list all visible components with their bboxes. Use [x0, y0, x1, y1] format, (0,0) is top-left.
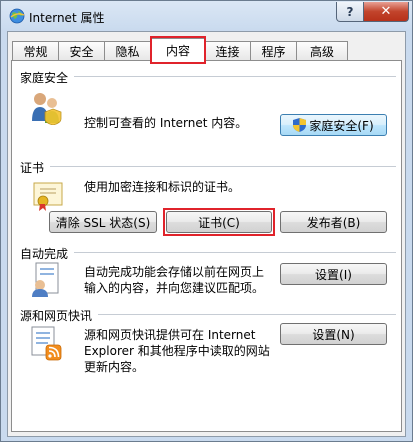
autocomplete-form-icon [32, 262, 59, 297]
help-button[interactable]: ? [336, 2, 364, 22]
tab-programs[interactable]: 程序 [250, 41, 297, 61]
certificate-icon [33, 182, 63, 211]
clear-ssl-state-button[interactable]: 清除 SSL 状态(S) [49, 211, 157, 233]
family-safety-button-label: 家庭安全(F) [309, 118, 374, 133]
family-users-icon [32, 93, 62, 125]
autocomplete-description-line1: 自动完成功能会存储以前在网页上 [84, 265, 265, 279]
window-title: Internet 属性 [29, 11, 105, 25]
feeds-settings-button[interactable]: 设置(N) [280, 323, 387, 345]
content-tab-panel: 家庭安全 控制可查看的 Internet 内容。 家庭安全(F) 证书 使用加密… [11, 60, 402, 432]
certificates-description: 使用加密连接和标识的证书。 [84, 180, 241, 194]
certificates-divider [50, 166, 396, 167]
autocomplete-heading: 自动完成 [20, 247, 69, 261]
feeds-heading: 源和网页快讯 [20, 309, 93, 323]
autocomplete-description-line2: 输入的内容，并向您建议匹配项。 [84, 281, 265, 295]
family-safety-button[interactable]: 家庭安全(F) [280, 114, 387, 136]
feeds-divider [98, 314, 396, 315]
autocomplete-divider [74, 252, 396, 253]
tab-general[interactable]: 常规 [12, 41, 59, 61]
title-bar[interactable]: Internet 属性 ? ✕ [1, 1, 412, 31]
family-safety-description: 控制可查看的 Internet 内容。 [84, 116, 248, 130]
feeds-description-line2: Explorer 和其他程序中读取的网站 [84, 344, 270, 358]
tab-advanced[interactable]: 高级 [296, 41, 348, 61]
certificates-heading: 证书 [20, 161, 45, 175]
tab-security[interactable]: 安全 [58, 41, 105, 61]
certificates-button[interactable]: 证书(C) [163, 208, 275, 236]
family-safety-divider [74, 76, 396, 77]
internet-properties-window: Internet 属性 ? ✕ 常规 安全 隐私 内容 连接 程序 高级 家庭安… [0, 0, 413, 442]
tab-connections[interactable]: 连接 [204, 41, 251, 61]
dialog-client-area: 常规 安全 隐私 内容 连接 程序 高级 家庭安全 控制可查看的 Interne… [7, 31, 406, 437]
feeds-rss-icon [31, 326, 62, 361]
family-safety-heading: 家庭安全 [20, 71, 69, 85]
feeds-description-line3: 更新内容。 [84, 360, 145, 374]
autocomplete-settings-button[interactable]: 设置(I) [280, 263, 387, 285]
publishers-button[interactable]: 发布者(B) [280, 211, 387, 233]
uac-shield-icon [293, 118, 307, 132]
internet-globe-icon [9, 8, 25, 24]
tab-content[interactable]: 内容 [150, 36, 206, 64]
close-button[interactable]: ✕ [363, 2, 409, 22]
tab-privacy[interactable]: 隐私 [104, 41, 151, 61]
feeds-description-line1: 源和网页快讯提供可在 Internet [84, 328, 256, 342]
